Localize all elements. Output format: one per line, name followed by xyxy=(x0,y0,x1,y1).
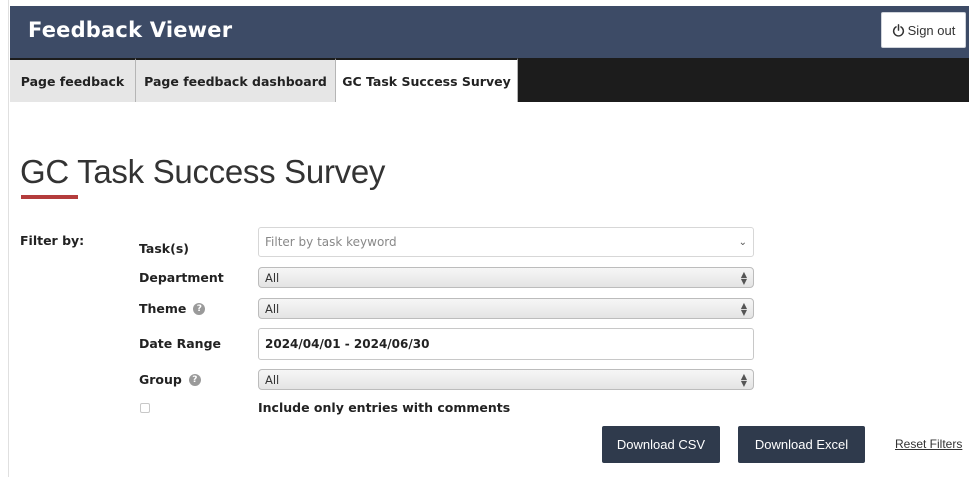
group-label-text: Group xyxy=(139,372,182,387)
updown-arrows-icon: ▲ ▼ xyxy=(740,371,747,388)
sign-out-button[interactable]: Sign out xyxy=(881,12,966,48)
date-range-value: 2024/04/01 - 2024/06/30 xyxy=(265,337,430,351)
theme-select[interactable]: All ▲ ▼ xyxy=(258,298,754,319)
chevron-down-icon: ⌄ xyxy=(738,236,747,248)
filter-by-label: Filter by: xyxy=(20,233,85,248)
title-underline xyxy=(21,195,78,199)
group-value: All xyxy=(265,372,280,387)
updown-arrows-icon: ▲ ▼ xyxy=(740,269,747,286)
download-csv-button[interactable]: Download CSV xyxy=(602,426,720,463)
power-icon xyxy=(892,23,904,37)
task-filter-placeholder: Filter by task keyword xyxy=(265,235,397,249)
task-label: Task(s) xyxy=(139,241,189,256)
download-excel-button[interactable]: Download Excel xyxy=(738,426,865,463)
department-label-text: Department xyxy=(139,270,224,285)
help-circle-icon[interactable]: ? xyxy=(193,302,206,315)
app-title: Feedback Viewer xyxy=(28,18,233,42)
tab-page-feedback-dashboard[interactable]: Page feedback dashboard xyxy=(136,58,336,102)
task-filter-input[interactable]: Filter by task keyword ⌄ xyxy=(258,227,754,257)
department-select[interactable]: All ▲ ▼ xyxy=(258,267,754,288)
theme-label-text: Theme xyxy=(139,301,187,316)
date-range-input[interactable]: 2024/04/01 - 2024/06/30 xyxy=(258,328,754,360)
reset-filters-link[interactable]: Reset Filters xyxy=(895,437,962,451)
comments-only-checkbox[interactable] xyxy=(140,403,150,413)
app-header: Feedback Viewer Sign out xyxy=(10,6,969,58)
help-circle-icon[interactable]: ? xyxy=(188,373,201,386)
sign-out-label: Sign out xyxy=(907,22,956,38)
page-title: GC Task Success Survey xyxy=(20,153,386,190)
comments-only-label: Include only entries with comments xyxy=(258,400,511,415)
group-select[interactable]: All ▲ ▼ xyxy=(258,369,754,390)
left-border xyxy=(8,0,9,477)
date-range-label-text: Date Range xyxy=(139,336,222,351)
theme-value: All xyxy=(265,301,280,316)
task-label-text: Task(s) xyxy=(139,241,189,256)
date-range-label: Date Range xyxy=(139,336,221,351)
updown-arrows-icon: ▲ ▼ xyxy=(740,300,747,317)
tab-gc-task-success-survey[interactable]: GC Task Success Survey xyxy=(336,58,518,102)
department-label: Department xyxy=(139,270,224,285)
theme-label: Theme ? xyxy=(139,301,206,316)
department-value: All xyxy=(265,270,280,285)
tab-bar: Page feedback Page feedback dashboard GC… xyxy=(10,58,969,102)
group-label: Group ? xyxy=(139,372,201,387)
tab-page-feedback[interactable]: Page feedback xyxy=(10,58,136,102)
